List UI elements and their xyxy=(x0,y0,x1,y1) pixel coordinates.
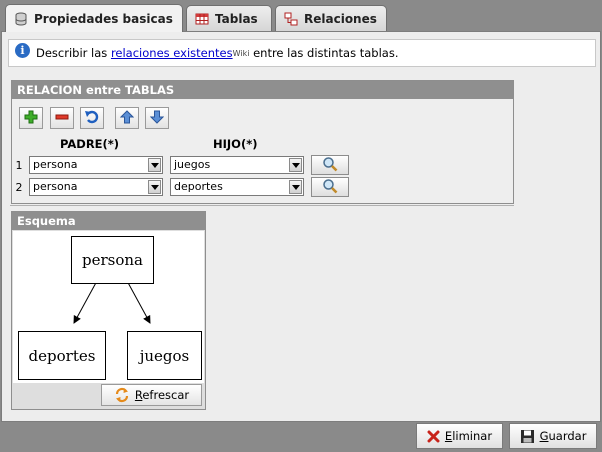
relation-section: RELACION entre TABLAS PADRE(*) HIJO(*) 1… xyxy=(11,80,514,204)
delete-button[interactable]: Eliminar xyxy=(416,423,503,449)
main-panel: i Describir las relaciones existentes Wi… xyxy=(1,31,601,422)
diagram-node-root: persona xyxy=(71,236,154,284)
parent-select[interactable]: persona xyxy=(29,178,163,196)
row-number: 1 xyxy=(15,159,23,172)
add-row-button[interactable] xyxy=(19,107,43,129)
refresh-label: Refrescar xyxy=(134,388,190,402)
parent-select-value: persona xyxy=(33,180,78,193)
search-button[interactable] xyxy=(311,155,349,175)
magnifier-icon xyxy=(322,156,338,175)
chevron-down-icon[interactable] xyxy=(289,180,302,194)
remove-row-button[interactable] xyxy=(50,107,74,129)
divider xyxy=(10,205,514,206)
chevron-down-icon[interactable] xyxy=(148,158,161,172)
tab-bar: Propiedades basicas Tablas Relaciones xyxy=(0,0,602,32)
tab-relaciones[interactable]: Relaciones xyxy=(275,5,387,31)
child-select-value: deportes xyxy=(174,180,223,193)
parent-column-header: PADRE(*) xyxy=(60,137,120,151)
save-button[interactable]: Guardar xyxy=(509,423,597,449)
child-select-value: juegos xyxy=(174,158,211,171)
relations-icon xyxy=(284,12,298,26)
move-down-button[interactable] xyxy=(145,107,169,129)
tab-label: Propiedades basicas xyxy=(34,11,173,26)
add-icon xyxy=(24,110,38,127)
schema-diagram: persona deportes juegos xyxy=(13,231,204,383)
child-select[interactable]: deportes xyxy=(170,178,304,196)
tab-propiedades-basicas[interactable]: Propiedades basicas xyxy=(5,4,183,32)
move-down-icon xyxy=(149,110,165,127)
chevron-down-icon[interactable] xyxy=(289,158,302,172)
info-text-after: entre las distintas tablas. xyxy=(249,46,399,60)
undo-button[interactable] xyxy=(80,107,104,129)
edge-arrow xyxy=(125,278,151,324)
database-icon xyxy=(14,12,28,26)
tab-label: Relaciones xyxy=(304,11,377,26)
move-up-button[interactable] xyxy=(115,107,139,129)
info-icon: i xyxy=(15,42,30,58)
magnifier-icon xyxy=(322,178,338,197)
info-bar: i Describir las relaciones existentes Wi… xyxy=(8,39,596,67)
relations-link[interactable]: relaciones existentes xyxy=(111,46,233,60)
move-up-icon xyxy=(119,109,135,127)
refresh-button[interactable]: Refrescar xyxy=(101,384,202,406)
row-number: 2 xyxy=(15,181,23,194)
table-icon xyxy=(195,12,209,26)
delete-label: Eliminar xyxy=(444,429,493,443)
undo-icon xyxy=(84,109,100,128)
refresh-icon xyxy=(114,387,130,403)
info-text-before: Describir las xyxy=(36,46,111,60)
close-icon xyxy=(427,430,440,443)
save-label: Guardar xyxy=(539,429,587,443)
schema-section-title: Esquema xyxy=(12,212,205,230)
tab-label: Tablas xyxy=(215,11,258,26)
floppy-icon xyxy=(520,429,535,444)
edge-arrow xyxy=(73,278,99,324)
child-select[interactable]: juegos xyxy=(170,156,304,174)
diagram-node-child: juegos xyxy=(127,331,202,380)
wiki-superscript[interactable]: Wiki xyxy=(233,49,250,58)
diagram-node-child: deportes xyxy=(18,331,106,380)
schema-section: Esquema persona deportes juegos Refresca… xyxy=(11,211,206,410)
relation-section-title: RELACION entre TABLAS xyxy=(12,81,513,99)
parent-select-value: persona xyxy=(33,158,78,171)
tab-tablas[interactable]: Tablas xyxy=(186,5,272,31)
parent-select[interactable]: persona xyxy=(29,156,163,174)
child-column-header: HIJO(*) xyxy=(213,137,258,151)
chevron-down-icon[interactable] xyxy=(148,180,161,194)
remove-icon xyxy=(55,110,69,127)
search-button[interactable] xyxy=(311,177,349,197)
